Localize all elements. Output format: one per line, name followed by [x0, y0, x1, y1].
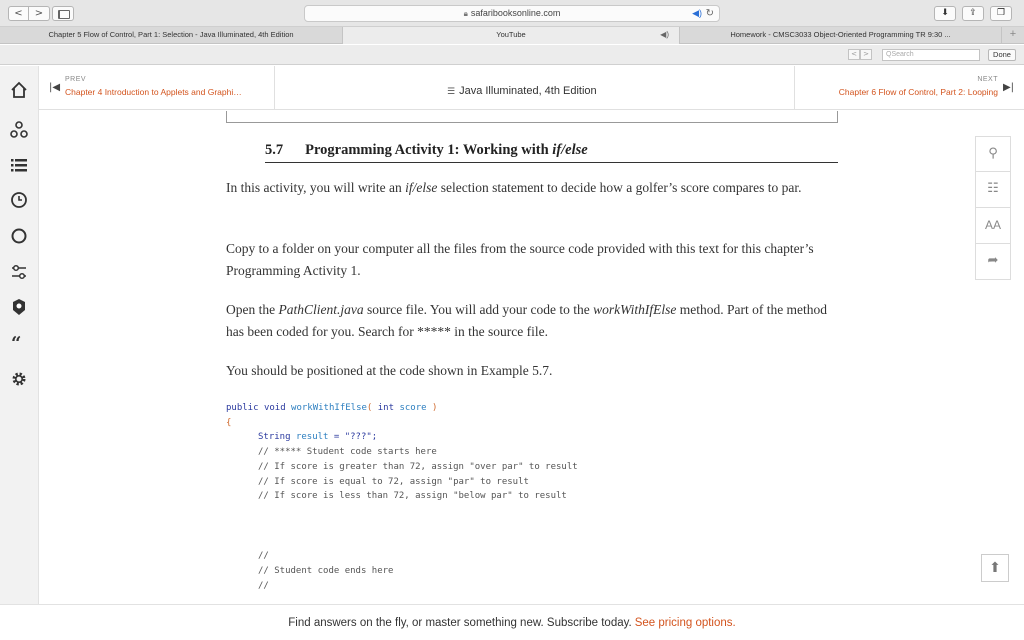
- text-em: PathClient.java: [278, 302, 364, 317]
- search-icon[interactable]: ⚲: [975, 136, 1011, 172]
- toolbar-right: ⬇ ⇪ ❐: [934, 6, 1012, 21]
- code-token: String: [258, 432, 291, 442]
- url-text: safaribooksonline.com: [470, 8, 561, 18]
- code-comment: //: [258, 551, 269, 561]
- nav-buttons: < >: [8, 6, 50, 21]
- text-em: if/else: [405, 180, 438, 195]
- prev-chapter-title: Chapter 4 Introduction to Applets and Gr…: [65, 87, 242, 97]
- code-comment: //: [258, 581, 269, 591]
- find-done-button[interactable]: Done: [988, 49, 1016, 61]
- toc-icon: ☰: [447, 87, 456, 97]
- find-placeholder: Search: [891, 51, 914, 58]
- clock-icon[interactable]: [9, 190, 29, 210]
- network-icon[interactable]: [9, 120, 29, 140]
- quote-icon[interactable]: “: [9, 332, 29, 354]
- audio-icon[interactable]: ◀︎): [692, 6, 702, 21]
- next-chapter-link[interactable]: NEXT Chapter 6 Flow of Control, Part 2: …: [794, 66, 1024, 110]
- paragraph-4: You should be positioned at the code sho…: [226, 363, 553, 378]
- tab-youtube[interactable]: YouTube ◀︎): [343, 27, 680, 44]
- code-token: public: [226, 403, 259, 413]
- code-token: score: [399, 403, 427, 413]
- gear-icon[interactable]: [9, 369, 29, 389]
- section-title-em: if/else: [552, 142, 588, 158]
- book-title-link[interactable]: ☰ Java Illuminated, 4th Edition: [447, 85, 597, 97]
- code-token: (: [366, 403, 373, 413]
- svg-text:“: “: [11, 333, 21, 352]
- paragraph-2: Copy to a folder on your computer all th…: [226, 241, 814, 278]
- forward-button[interactable]: >: [29, 6, 50, 21]
- share-button[interactable]: ⇪: [962, 6, 984, 21]
- text: Open the: [226, 302, 279, 317]
- code-comment: // If score is greater than 72, assign "…: [258, 462, 578, 472]
- lock-icon: 🔒︎: [463, 9, 468, 18]
- code-token: void: [263, 403, 286, 413]
- list-icon[interactable]: [9, 155, 29, 175]
- section-title: Programming Activity 1: Working with: [305, 142, 553, 158]
- prev-arrow-icon: |◀: [49, 82, 61, 93]
- reader-tools: ⚲ ☷ AA ➦: [975, 136, 1011, 280]
- paragraph-1: In this activity, you will write an if/e…: [226, 177, 846, 199]
- new-tab-button[interactable]: +: [1002, 27, 1024, 43]
- code-token: = "???";: [328, 432, 378, 442]
- code-signature: public void workWithIfElse( int score ): [226, 403, 437, 413]
- section-heading: 5.7 Programming Activity 1: Working with …: [265, 142, 838, 163]
- tab-label: Homework - CMSC3033 Object-Oriented Prog…: [730, 30, 951, 39]
- sidebar-toggle-button[interactable]: [52, 6, 74, 21]
- find-nav: < >: [848, 49, 872, 60]
- tab-bar: Chapter 5 Flow of Control, Part 1: Selec…: [0, 27, 1024, 44]
- chapter-nav: |◀ PREV Chapter 4 Introduction to Applet…: [39, 66, 1024, 110]
- address-bar[interactable]: 🔒︎ safaribooksonline.com ◀︎) ↻: [304, 5, 720, 22]
- code-comment: // If score is less than 72, assign "bel…: [258, 491, 567, 501]
- browser-toolbar: < > 🔒︎ safaribooksonline.com ◀︎) ↻ ⬇ ⇪ ❐: [0, 0, 1024, 27]
- tabs-overview-button[interactable]: ❐: [990, 6, 1012, 21]
- code-open-brace: {: [226, 418, 232, 428]
- tab-chapter5[interactable]: Chapter 5 Flow of Control, Part 1: Selec…: [0, 27, 343, 44]
- code-comment: // Student code ends here: [258, 566, 394, 576]
- next-arrow-icon: ▶|: [1002, 82, 1014, 93]
- tab-audio-icon[interactable]: ◀︎): [660, 27, 669, 43]
- book-content: 5.7 Programming Activity 1: Working with …: [40, 111, 975, 604]
- find-prev-button[interactable]: <: [848, 49, 860, 60]
- find-bar: < > QSearch Done: [0, 45, 1024, 65]
- text-em: workWithIfElse: [593, 302, 677, 317]
- code-token: result: [295, 432, 329, 442]
- find-input[interactable]: QSearch: [882, 49, 980, 61]
- sliders-icon[interactable]: [9, 262, 29, 282]
- banner-text: Find answers on the fly, or master somet…: [288, 617, 632, 629]
- left-icon-rail: “: [0, 66, 39, 604]
- table-of-contents-icon[interactable]: ☷: [975, 172, 1011, 208]
- share-arrow-icon[interactable]: ➦: [975, 244, 1011, 280]
- text: source file. You will add your code to t…: [363, 302, 594, 317]
- circle-icon[interactable]: [9, 226, 29, 246]
- tab-homework[interactable]: Homework - CMSC3033 Object-Oriented Prog…: [680, 27, 1002, 44]
- code-token: workWithIfElse: [291, 403, 367, 413]
- pricing-link[interactable]: See pricing options.: [635, 617, 736, 629]
- text: selection statement to decide how a golf…: [437, 180, 802, 195]
- book-title: Java Illuminated, 4th Edition: [459, 85, 597, 97]
- reload-icon[interactable]: ↻: [706, 6, 714, 21]
- next-label: NEXT: [977, 76, 998, 83]
- scroll-to-top-button[interactable]: ⬆: [981, 554, 1009, 582]
- code-token: int: [377, 403, 395, 413]
- download-button[interactable]: ⬇: [934, 6, 956, 21]
- find-next-button[interactable]: >: [860, 49, 872, 60]
- code-comment: // If score is equal to 72, assign "par"…: [258, 477, 529, 487]
- subscribe-banner: Find answers on the fly, or master somet…: [0, 604, 1024, 640]
- home-icon[interactable]: [9, 80, 29, 100]
- code-token: ): [431, 403, 438, 413]
- tab-label: YouTube: [496, 30, 526, 39]
- paragraph-3: Open the PathClient.java source file. Yo…: [226, 299, 846, 343]
- badge-icon[interactable]: [9, 297, 29, 317]
- code-comment: // ***** Student code starts here: [258, 447, 437, 457]
- prev-label: PREV: [65, 76, 87, 83]
- next-chapter-title: Chapter 6 Flow of Control, Part 2: Loopi…: [838, 87, 998, 97]
- code-declaration: String result = "???";: [258, 432, 377, 442]
- prev-chapter-link[interactable]: |◀ PREV Chapter 4 Introduction to Applet…: [39, 66, 275, 110]
- text-size-icon[interactable]: AA: [975, 208, 1011, 244]
- back-button[interactable]: <: [8, 6, 29, 21]
- tab-label: Chapter 5 Flow of Control, Part 1: Selec…: [48, 30, 294, 39]
- section-number: 5.7: [265, 142, 284, 158]
- text: In this activity, you will write an: [226, 180, 406, 195]
- previous-figure-box: [226, 111, 838, 123]
